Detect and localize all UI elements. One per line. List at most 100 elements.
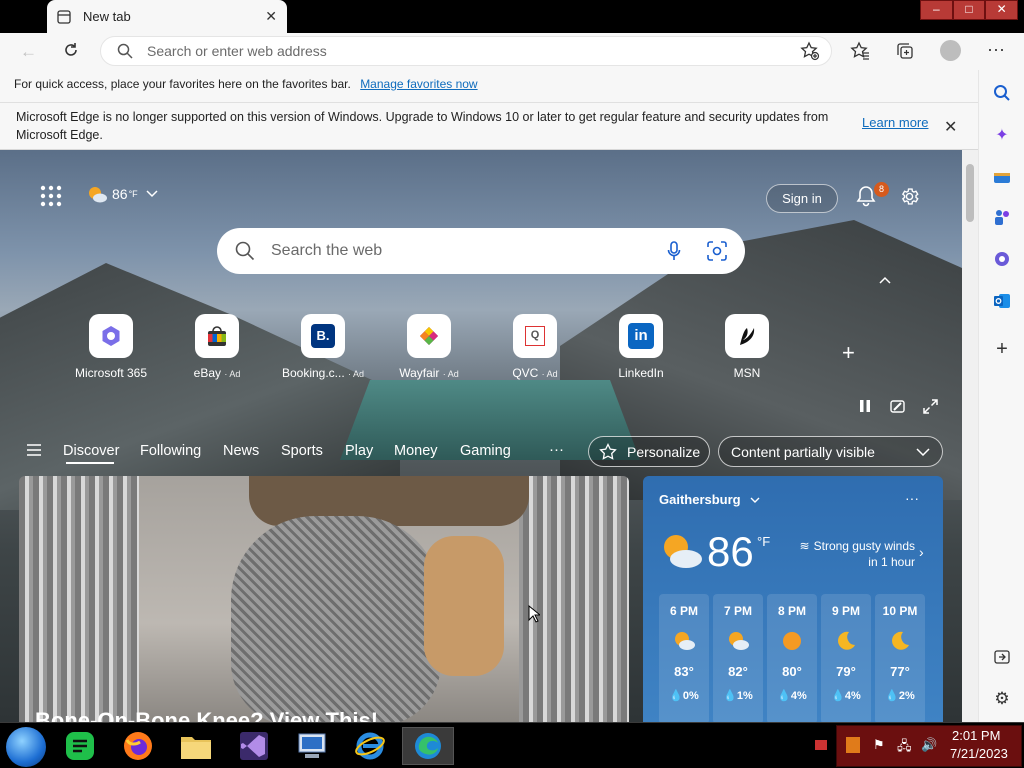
back-arrow-icon[interactable]: ← xyxy=(20,42,37,62)
sidebar-discover-icon[interactable]: ✦ xyxy=(991,124,1013,146)
sign-in-button[interactable]: Sign in xyxy=(766,184,838,213)
sidebar-shopping-icon[interactable] xyxy=(991,166,1013,188)
hourly-forecast-item[interactable]: 6 PM 83° 💧0% xyxy=(659,594,709,722)
weather-city[interactable]: Gaithersburg xyxy=(659,492,760,507)
start-button[interactable] xyxy=(6,727,46,767)
clock-time[interactable]: 2:01 PM xyxy=(952,728,1000,743)
maximize-button[interactable]: □ xyxy=(952,0,986,20)
scrollbar-thumb[interactable] xyxy=(966,164,974,222)
tab-new-tab[interactable]: New tab ✕ xyxy=(47,0,287,33)
feed-menu-icon[interactable] xyxy=(26,443,42,457)
partly-sunny-icon xyxy=(659,532,703,570)
profile-avatar[interactable] xyxy=(940,40,961,61)
add-quick-link-icon[interactable]: + xyxy=(842,340,855,366)
clock-date[interactable]: 7/21/2023 xyxy=(950,746,1008,761)
news-headline[interactable]: Bone-On-Bone Knee? View This! xyxy=(35,708,378,722)
address-bar[interactable]: Search or enter web address xyxy=(100,36,832,66)
tile-label: LinkedIn xyxy=(618,366,664,380)
settings-more-icon[interactable]: ··· xyxy=(987,39,1005,60)
hour-time: 7 PM xyxy=(723,604,752,618)
add-favorite-icon[interactable] xyxy=(800,41,820,61)
action-center-flag-icon[interactable]: ⚑ xyxy=(873,737,885,753)
sidebar-settings-icon[interactable]: ⚙ xyxy=(991,688,1013,710)
edit-background-icon[interactable] xyxy=(890,399,905,414)
infobar-close-icon[interactable]: ✕ xyxy=(944,117,957,137)
hourly-forecast-item[interactable]: 9 PM 79° 💧4% xyxy=(821,594,871,722)
taskbar-notes-app-icon[interactable] xyxy=(54,727,106,765)
refresh-icon[interactable] xyxy=(62,41,80,59)
favorites-icon[interactable] xyxy=(850,41,870,61)
tab-play[interactable]: Play xyxy=(345,443,373,459)
sidebar-microsoft-365-icon[interactable] xyxy=(991,248,1013,270)
quick-link-ebay[interactable]: eBay · Ad xyxy=(172,314,262,380)
quick-link-wayfair[interactable]: Wayfair · Ad xyxy=(384,314,474,380)
personalize-button[interactable]: Personalize xyxy=(588,436,710,467)
hourly-forecast-item[interactable]: 8 PM 80° 💧4% xyxy=(767,594,817,722)
weather-summary[interactable]: 86 °F xyxy=(86,184,158,204)
visual-search-icon[interactable] xyxy=(707,241,727,261)
tab-sports[interactable]: Sports xyxy=(281,443,323,459)
sidebar-games-icon[interactable] xyxy=(991,206,1013,228)
quick-link-microsoft-365[interactable]: Microsoft 365 xyxy=(66,314,156,380)
weather-alert-text: Strong gusty winds in 1 hour xyxy=(813,539,915,569)
hourly-forecast-item[interactable]: 7 PM 82° 💧1% xyxy=(713,594,763,722)
tab-following[interactable]: Following xyxy=(140,443,201,459)
tile-label: eBay xyxy=(193,366,221,380)
quick-link-qvc[interactable]: Q QVC · Ad xyxy=(490,314,580,380)
expand-background-icon[interactable] xyxy=(923,399,938,414)
ebay-icon xyxy=(195,314,239,358)
tab-news[interactable]: News xyxy=(223,443,259,459)
sidebar-hide-icon[interactable] xyxy=(991,646,1013,668)
taskbar-edge-icon[interactable] xyxy=(402,727,454,765)
close-window-button[interactable]: ✕ xyxy=(985,0,1019,20)
taskbar-firefox-icon[interactable] xyxy=(112,727,164,765)
network-icon[interactable]: 🖧 xyxy=(897,737,912,759)
booking-icon: B. xyxy=(301,314,345,358)
weather-card[interactable]: Gaithersburg ··· 86 °F ≋ Strong gusty win… xyxy=(643,476,943,722)
tab-gaming[interactable]: Gaming xyxy=(460,443,511,459)
taskbar-internet-explorer-icon[interactable] xyxy=(344,727,396,765)
quick-link-msn[interactable]: MSN xyxy=(702,314,792,380)
content-visibility-dropdown[interactable]: Content partially visible xyxy=(718,436,943,467)
chevron-down-icon xyxy=(916,447,930,456)
tray-app-icon[interactable] xyxy=(846,737,860,753)
tray-flag-indicator-icon[interactable] xyxy=(815,740,827,750)
sidebar-outlook-icon[interactable] xyxy=(991,290,1013,312)
microphone-icon[interactable] xyxy=(667,241,681,261)
weather-alert[interactable]: ≋ Strong gusty winds in 1 hour xyxy=(791,538,915,570)
taskbar-visual-studio-icon[interactable] xyxy=(228,727,280,765)
sidebar-search-icon[interactable] xyxy=(991,82,1013,104)
quick-link-booking[interactable]: B. Booking.c... · Ad xyxy=(278,314,368,380)
wayfair-icon xyxy=(407,314,451,358)
hourly-forecast-item[interactable]: 10 PM 77° 💧2% xyxy=(875,594,925,722)
hour-precip: 💧4% xyxy=(831,690,861,702)
taskbar-file-explorer-icon[interactable] xyxy=(170,727,222,765)
chevron-right-icon[interactable]: › xyxy=(919,544,924,560)
tile-label: QVC xyxy=(512,366,539,380)
background-controls xyxy=(858,399,938,414)
tab-discover[interactable]: Discover xyxy=(63,443,119,459)
collapse-tiles-chevron-icon[interactable] xyxy=(879,276,891,284)
manage-favorites-link[interactable]: Manage favorites now xyxy=(360,77,477,91)
pause-background-icon[interactable] xyxy=(858,399,872,414)
page-scrollbar[interactable] xyxy=(962,150,978,722)
volume-icon[interactable]: 🔊 xyxy=(921,737,937,753)
quick-link-linkedin[interactable]: in LinkedIn xyxy=(596,314,686,380)
edge-sidebar: ✦ + ⚙ xyxy=(978,70,1024,722)
news-card[interactable]: Bone-On-Bone Knee? View This! xyxy=(19,476,629,722)
notifications-bell-icon[interactable] xyxy=(856,185,876,207)
unsupported-os-infobar: Microsoft Edge is no longer supported on… xyxy=(0,102,978,150)
learn-more-link[interactable]: Learn more xyxy=(862,115,928,130)
taskbar-remote-desktop-icon[interactable] xyxy=(286,727,338,765)
tab-money[interactable]: Money xyxy=(394,443,438,459)
tab-close-icon[interactable]: ✕ xyxy=(265,8,277,25)
page-settings-gear-icon[interactable] xyxy=(899,186,920,207)
weather-more-icon[interactable]: ··· xyxy=(905,490,919,506)
minimize-button[interactable]: – xyxy=(920,0,953,20)
hour-temp: 80° xyxy=(782,664,802,679)
web-search-box[interactable]: Search the web xyxy=(217,228,745,274)
collections-icon[interactable] xyxy=(895,41,915,61)
sidebar-add-icon[interactable]: + xyxy=(991,338,1013,360)
app-launcher-icon[interactable] xyxy=(40,185,62,207)
more-tabs-button[interactable]: ··· xyxy=(549,441,564,458)
